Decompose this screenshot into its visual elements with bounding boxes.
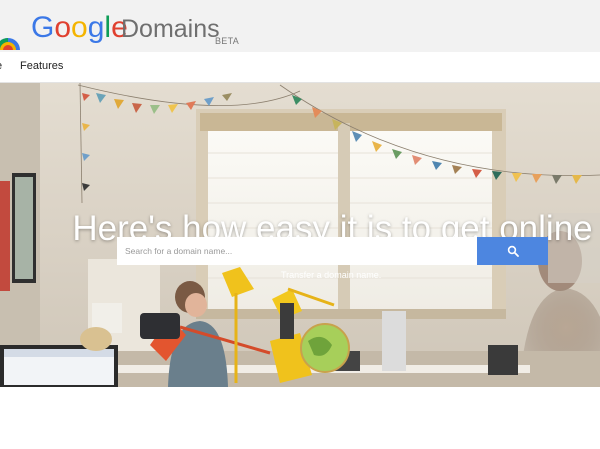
search-button[interactable] [477, 237, 548, 265]
google-wordmark[interactable]: Google [31, 10, 128, 46]
top-nav: e Features [0, 52, 600, 83]
hero-banner: Here's how easy it is to get online Tran… [0, 83, 600, 387]
brand-letter: G [31, 11, 55, 44]
app-header: Google Domains BETA [0, 0, 600, 52]
nav-home-link[interactable]: e [0, 60, 2, 72]
brand-letter: g [87, 11, 105, 44]
google-domains-arc-icon[interactable] [0, 20, 22, 50]
transfer-domain-link[interactable]: Transfer a domain name. [281, 270, 381, 280]
nav-features-link[interactable]: Features [20, 60, 63, 72]
brand-letter: o [54, 11, 72, 44]
domain-search-input[interactable] [117, 237, 477, 265]
brand-letter: o [71, 11, 88, 44]
beta-badge: BETA [215, 36, 240, 46]
search-icon [507, 245, 519, 257]
product-name: Domains [121, 15, 220, 43]
